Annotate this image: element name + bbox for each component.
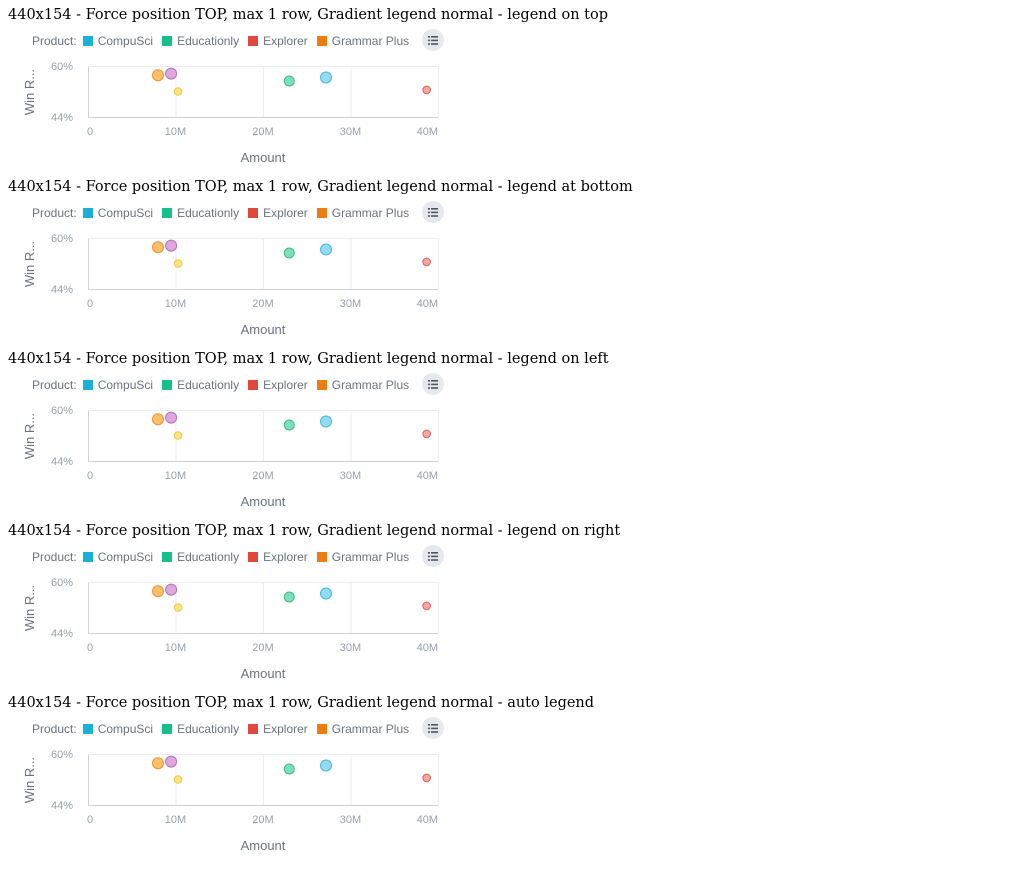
x-tick-label: 10M — [165, 298, 186, 310]
y-tick-label: 60% — [51, 61, 73, 73]
x-tick-label: 20M — [252, 470, 273, 482]
x-tick-label: 20M — [252, 814, 273, 826]
x-tick-label: 30M — [340, 470, 361, 482]
scatter-point[interactable] — [152, 757, 164, 770]
x-tick-label: 0 — [87, 126, 93, 138]
x-tick-label: 0 — [87, 642, 93, 654]
scatter-point[interactable] — [165, 67, 178, 80]
scatter-point[interactable] — [152, 241, 164, 254]
x-axis-title: Amount — [241, 322, 286, 337]
scatter-point[interactable] — [283, 419, 295, 431]
scatter-point[interactable] — [422, 773, 431, 783]
chart-section: 440x154 - Force position TOP, max 1 row,… — [0, 344, 1024, 516]
scatter-point[interactable] — [173, 775, 183, 784]
scatter-point[interactable] — [320, 243, 332, 256]
y-axis-title: Win R... — [22, 241, 37, 287]
y-tick-label: 60% — [51, 405, 73, 417]
scatter-chart: 60% 44% 0 10M 20M 30M 40M Amount Win R... — [22, 405, 439, 509]
y-tick-label: 60% — [51, 749, 73, 761]
x-tick-label: 10M — [165, 126, 186, 138]
x-tick-label: 10M — [165, 814, 186, 826]
scatter-chart: 60% 44% 0 10M 20M 30M 40M Amount Win R... — [22, 61, 439, 165]
scatter-point[interactable] — [165, 755, 178, 768]
scatter-point[interactable] — [422, 429, 431, 439]
y-tick-label: 60% — [51, 233, 73, 245]
scatter-point[interactable] — [173, 603, 183, 612]
x-axis-title: Amount — [241, 150, 286, 165]
scatter-point[interactable] — [422, 601, 431, 611]
y-tick-label: 44% — [51, 112, 73, 124]
x-tick-label: 30M — [340, 814, 361, 826]
scatter-point[interactable] — [422, 85, 431, 95]
y-axis-title: Win R... — [22, 413, 37, 459]
scatter-point[interactable] — [283, 763, 295, 775]
scatter-point[interactable] — [152, 585, 164, 598]
x-tick-label: 0 — [87, 298, 93, 310]
y-tick-label: 44% — [51, 628, 73, 640]
scatter-point[interactable] — [173, 87, 183, 96]
x-tick-label: 20M — [252, 298, 273, 310]
scatter-point[interactable] — [320, 415, 332, 428]
y-axis-title: Win R... — [22, 757, 37, 803]
scatter-point[interactable] — [173, 259, 183, 268]
x-tick-label: 40M — [417, 642, 438, 654]
scatter-point[interactable] — [422, 257, 431, 267]
scatter-point[interactable] — [283, 247, 295, 259]
scatter-chart: 60% 44% 0 10M 20M 30M 40M Amount Win R... — [22, 233, 439, 337]
x-tick-label: 0 — [87, 814, 93, 826]
scatter-point[interactable] — [173, 431, 183, 440]
scatter-point[interactable] — [320, 587, 332, 600]
x-tick-label: 40M — [417, 298, 438, 310]
y-tick-label: 44% — [51, 456, 73, 468]
scatter-point[interactable] — [283, 591, 295, 603]
scatter-chart: 60% 44% 0 10M 20M 30M 40M Amount Win R... — [22, 749, 439, 853]
scatter-chart: 60% 44% 0 10M 20M 30M 40M Amount Win R... — [22, 577, 439, 681]
chart-section: 440x154 - Force position TOP, max 1 row,… — [0, 516, 1024, 688]
chart-section: 440x154 - Force position TOP, max 1 row,… — [0, 0, 1024, 172]
y-axis-title: Win R... — [22, 585, 37, 631]
chart-section: 440x154 - Force position TOP, max 1 row,… — [0, 688, 1024, 860]
x-tick-label: 0 — [87, 470, 93, 482]
scatter-point[interactable] — [152, 69, 164, 82]
x-tick-label: 40M — [417, 814, 438, 826]
scatter-point[interactable] — [320, 71, 332, 84]
x-tick-label: 30M — [340, 126, 361, 138]
y-tick-label: 60% — [51, 577, 73, 589]
x-tick-label: 30M — [340, 298, 361, 310]
scatter-point[interactable] — [320, 759, 332, 772]
chart-section: 440x154 - Force position TOP, max 1 row,… — [0, 172, 1024, 344]
x-tick-label: 10M — [165, 642, 186, 654]
y-tick-label: 44% — [51, 800, 73, 812]
y-tick-label: 44% — [51, 284, 73, 296]
x-tick-label: 40M — [417, 470, 438, 482]
scatter-point[interactable] — [165, 239, 178, 252]
x-tick-label: 40M — [417, 126, 438, 138]
x-axis-title: Amount — [241, 666, 286, 681]
scatter-point[interactable] — [165, 583, 178, 596]
x-axis-title: Amount — [241, 838, 286, 853]
scatter-point[interactable] — [283, 75, 295, 87]
x-tick-label: 20M — [252, 126, 273, 138]
x-tick-label: 30M — [340, 642, 361, 654]
x-tick-label: 20M — [252, 642, 273, 654]
scatter-point[interactable] — [165, 411, 178, 424]
x-axis-title: Amount — [241, 494, 286, 509]
x-tick-label: 10M — [165, 470, 186, 482]
scatter-point[interactable] — [152, 413, 164, 426]
y-axis-title: Win R... — [22, 69, 37, 115]
